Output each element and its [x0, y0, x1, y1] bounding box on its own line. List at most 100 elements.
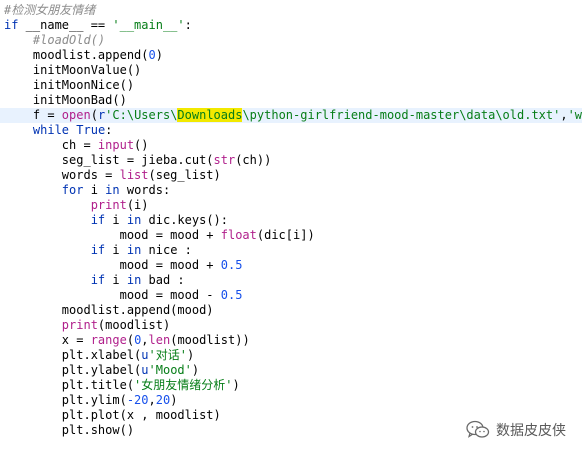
code-token-plain: i: [105, 273, 127, 287]
code-token-plain: initMoonNice(): [4, 78, 135, 92]
code-line[interactable]: x = range(0,len(moodlist)): [4, 333, 582, 348]
code-token-number: -20: [126, 393, 149, 407]
wechat-icon: [466, 420, 490, 438]
code-token-builtin: open: [61, 108, 91, 122]
code-line[interactable]: ch = input(): [4, 138, 582, 153]
code-line[interactable]: #loadOld(): [4, 33, 582, 48]
code-token-number: 0.5: [220, 258, 243, 272]
code-token-comment: #loadOld(): [32, 33, 106, 47]
code-token-comment: #检测女朋友情绪: [4, 3, 96, 17]
code-token-plain: :: [105, 123, 113, 137]
code-line[interactable]: words = list(seg_list): [4, 168, 582, 183]
code-line[interactable]: mood = mood - 0.5: [4, 288, 582, 303]
code-token-string: 'Mood': [148, 363, 192, 377]
code-token-number: 20: [155, 393, 171, 407]
code-line[interactable]: plt.xlabel(u'对话'): [4, 348, 582, 363]
code-token-keyword: for: [61, 183, 84, 197]
code-token-plain: seg_list = jieba.cut(: [4, 153, 214, 167]
code-line[interactable]: initMoonBad(): [4, 93, 582, 108]
code-token-plain: mood = mood +: [4, 228, 221, 242]
code-token-keyword: in: [126, 213, 142, 227]
code-token-plain: __name__ ==: [18, 18, 113, 32]
code-token-builtin: list: [119, 168, 149, 182]
code-token-plain: plt.ylim(: [4, 393, 127, 407]
code-content[interactable]: #检测女朋友情绪 if __name__ == '__main__': #load…: [0, 0, 582, 438]
code-token-builtin: print: [90, 198, 127, 212]
code-line[interactable]: mood = mood + float(dic[i]): [4, 228, 582, 243]
code-token-plain: moodlist.append(mood): [4, 303, 214, 317]
code-line[interactable]: moodlist.append(mood): [4, 303, 582, 318]
code-token-keyword: if: [90, 273, 106, 287]
code-token-keyword: in: [105, 183, 120, 197]
code-token-plain: ,: [141, 333, 149, 347]
code-token-keyword: in: [126, 273, 142, 287]
code-token-plain: moodlist.append(: [4, 48, 149, 62]
code-line[interactable]: if i in nice :: [4, 243, 582, 258]
code-line[interactable]: #检测女朋友情绪: [4, 3, 582, 18]
code-token-plain: ): [191, 363, 200, 377]
code-token-string: 'C:\Users\: [105, 108, 178, 122]
code-line[interactable]: plt.ylabel(u'Mood'): [4, 363, 582, 378]
code-token-plain: (ch)): [235, 153, 272, 167]
code-line[interactable]: initMoonValue(): [4, 63, 582, 78]
code-line[interactable]: for i in words:: [4, 183, 582, 198]
code-token-string: '女朋友情绪分析': [134, 378, 233, 392]
code-token-plain: plt.title(: [4, 378, 135, 392]
code-line-current[interactable]: f = open(r'C:\Users\Downloads\python-gir…: [0, 108, 582, 123]
code-token-plain: plt.plot(x , moodlist): [4, 408, 221, 422]
code-token-plain: ch =: [4, 138, 98, 152]
code-token-plain: bad :: [141, 273, 185, 287]
code-line[interactable]: if __name__ == '__main__':: [4, 18, 582, 33]
code-token-builtin: len: [148, 333, 171, 347]
code-token-plain: i: [83, 183, 106, 197]
code-line[interactable]: moodlist.append(0): [4, 48, 582, 63]
code-token-plain: nice :: [141, 243, 192, 257]
search-match: Downloads: [177, 108, 243, 122]
code-token-plain: ): [155, 48, 163, 62]
code-token-plain: plt.xlabel(: [4, 348, 142, 362]
code-token-plain: (dic[i]): [256, 228, 315, 242]
code-token-keyword: if: [4, 18, 19, 32]
code-token-plain: initMoonBad(): [4, 93, 127, 107]
code-line[interactable]: seg_list = jieba.cut(str(ch)): [4, 153, 582, 168]
code-line[interactable]: if i in bad :: [4, 273, 582, 288]
code-editor[interactable]: #检测女朋友情绪 if __name__ == '__main__': #load…: [0, 0, 582, 454]
code-token-plain: plt.ylabel(: [4, 363, 142, 377]
code-token-string: \python-girlfriend-mood-master\data\old.…: [242, 108, 561, 122]
code-token-plain: words:: [119, 183, 171, 197]
code-token-plain: (seg_list): [148, 168, 221, 182]
code-line[interactable]: while True:: [4, 123, 582, 138]
code-token-plain: :: [184, 18, 192, 32]
code-token-string: '对话': [148, 348, 187, 362]
code-token-keyword: in: [126, 243, 142, 257]
code-token-keyword: while: [32, 123, 70, 137]
code-token-plain: x =: [4, 333, 91, 347]
code-token-builtin: range: [90, 333, 127, 347]
code-token-plain: mood = mood -: [4, 288, 221, 302]
code-token-prefix: u: [141, 348, 149, 362]
code-token-keyword: if: [90, 243, 106, 257]
code-token-plain: ,: [560, 108, 568, 122]
code-line[interactable]: plt.ylim(-20,20): [4, 393, 582, 408]
code-line[interactable]: if i in dic.keys():: [4, 213, 582, 228]
code-token-plain: i: [105, 243, 127, 257]
code-token-plain: (): [134, 138, 149, 152]
code-line[interactable]: initMoonNice(): [4, 78, 582, 93]
code-line[interactable]: print(moodlist): [4, 318, 582, 333]
code-line[interactable]: mood = mood + 0.5: [4, 258, 582, 273]
code-token-string: 'w': [567, 108, 582, 122]
watermark-label: 数据皮皮侠: [496, 423, 566, 439]
watermark: 数据皮皮侠: [466, 420, 566, 440]
code-token-plain: words =: [4, 168, 120, 182]
code-token-plain: plt.show(): [4, 423, 135, 437]
code-token-plain: mood = mood +: [4, 258, 221, 272]
code-token-plain: ,: [148, 393, 156, 407]
code-line[interactable]: plt.title('女朋友情绪分析'): [4, 378, 582, 393]
code-line[interactable]: print(i): [4, 198, 582, 213]
code-token-plain: ): [232, 378, 240, 392]
